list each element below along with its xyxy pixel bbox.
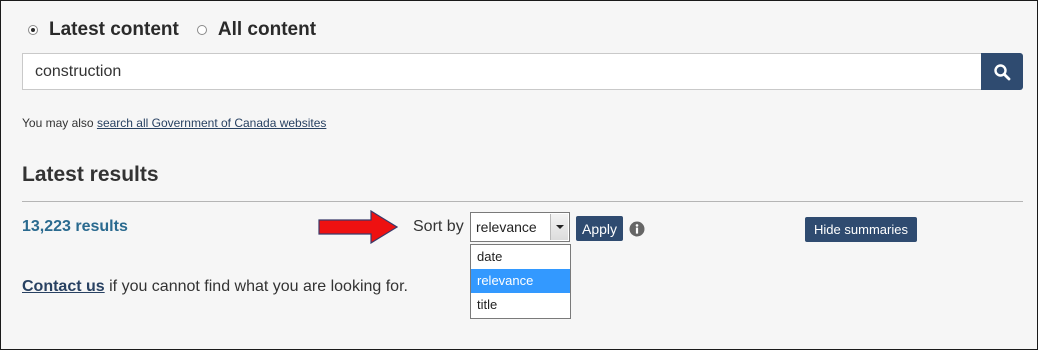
sort-by-label: Sort by <box>413 218 464 235</box>
search-input[interactable]: construction <box>22 53 981 90</box>
chevron-down-icon <box>555 225 564 229</box>
latest-content-radio[interactable] <box>28 25 38 35</box>
results-count: 13,223 results <box>22 218 128 235</box>
heading-divider <box>22 201 1023 202</box>
all-content-radio[interactable] <box>196 25 207 35</box>
sort-dropdown-list: date relevance title <box>470 244 571 319</box>
sort-option-relevance[interactable]: relevance <box>471 269 570 293</box>
sort-option-date[interactable]: date <box>471 245 570 269</box>
info-icon[interactable] <box>629 221 645 237</box>
contact-us-link[interactable]: Contact us <box>22 278 105 295</box>
results-heading: Latest results <box>22 163 159 186</box>
latest-content-label[interactable]: Latest content <box>49 19 179 41</box>
contact-note: Contact us if you cannot find what you a… <box>22 278 408 296</box>
hide-summaries-button[interactable]: Hide summaries <box>805 217 917 242</box>
search-input-value: construction <box>35 62 122 80</box>
search-all-prefix: You may also <box>22 116 97 130</box>
select-caret-button[interactable] <box>550 214 568 240</box>
sort-option-title[interactable]: title <box>471 293 570 317</box>
search-all-note: You may also search all Government of Ca… <box>22 116 326 130</box>
sort-select[interactable]: relevance <box>470 212 570 242</box>
search-button[interactable] <box>981 53 1023 90</box>
apply-button[interactable]: Apply <box>576 216 623 241</box>
sort-select-value: relevance <box>476 219 537 235</box>
page-frame: Latest content All content construction … <box>0 0 1038 350</box>
search-all-gc-link[interactable]: search all Government of Canada websites <box>97 116 326 130</box>
contact-suffix: if you cannot find what you are looking … <box>104 278 408 295</box>
search-icon <box>994 63 1011 80</box>
all-content-label[interactable]: All content <box>218 19 316 41</box>
red-arrow-icon <box>318 210 398 244</box>
scope-radio-group: Latest content All content <box>28 19 316 41</box>
